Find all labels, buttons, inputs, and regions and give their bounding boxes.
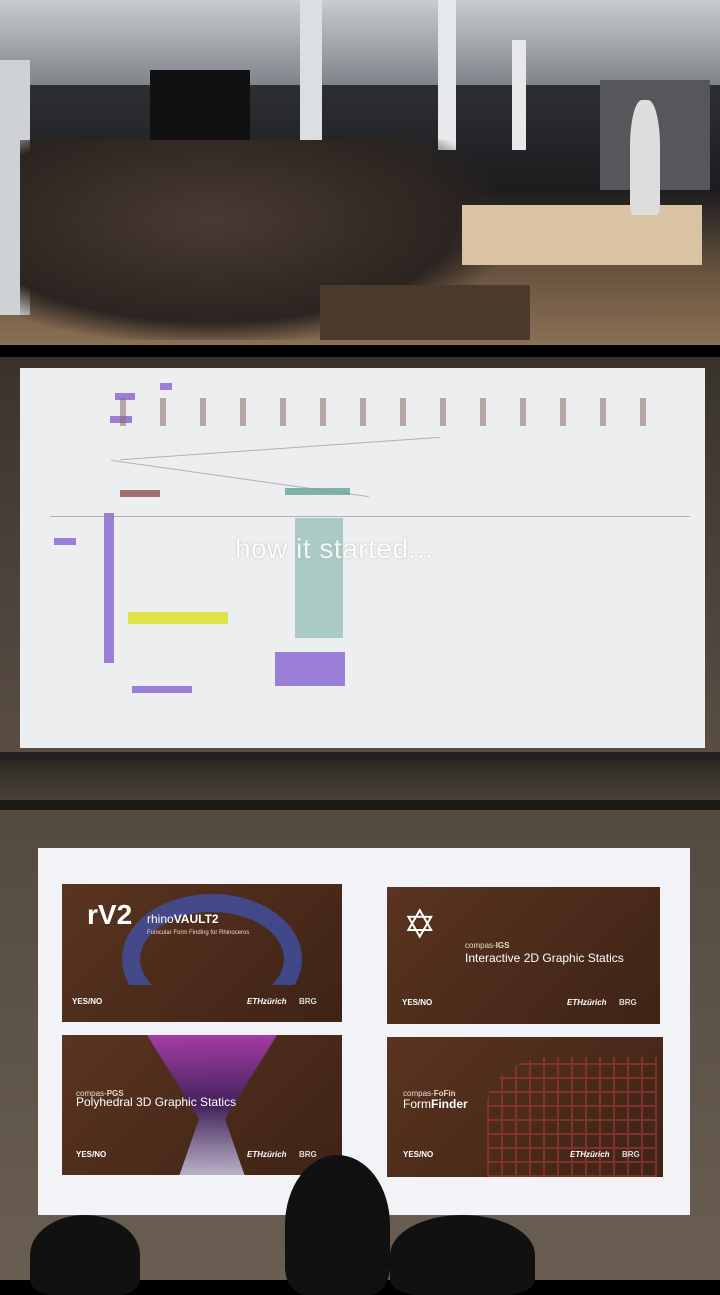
doorway	[150, 70, 250, 150]
audience-head	[390, 1215, 535, 1295]
brg-logo: BRG	[622, 1150, 640, 1159]
speaker	[630, 100, 660, 215]
yes-no-label: YES/NO	[402, 998, 433, 1007]
brg-logo: BRG	[299, 997, 317, 1006]
card-title-bold: Finder	[431, 1097, 468, 1111]
brg-logo: BRG	[299, 1150, 317, 1159]
slide-caption: how it started...	[235, 533, 434, 564]
card-rhinovault2: rV2 rhinoVAULT2 Funicular Form Finding f…	[62, 884, 342, 1022]
star-icon: ✡	[403, 903, 437, 947]
eth-logo: ETHzürich	[247, 1150, 287, 1159]
audience-head	[30, 1215, 140, 1295]
rug	[320, 285, 530, 340]
ceiling	[0, 0, 720, 85]
card-title: Polyhedral 3D Graphic Statics	[76, 1095, 237, 1109]
card-compas-pgs: compas-PGS Polyhedral 3D Graphic Statics…	[62, 1035, 342, 1175]
yes-no-label: YES/NO	[403, 1150, 434, 1159]
yes-no-label: YES/NO	[72, 997, 103, 1006]
card-subtitle: Funicular Form Finding for Rhinoceros	[147, 930, 250, 936]
card-title: VAULT2	[173, 912, 219, 926]
card-compas-fofin: compas-FoFin FormFinder YES/NO ETHzürich…	[387, 1037, 663, 1177]
card-compas-igs: ✡ compas-IGS Interactive 2D Graphic Stat…	[387, 887, 660, 1024]
yes-no-label: YES/NO	[76, 1150, 107, 1159]
logo-text: rV2	[87, 899, 133, 930]
eth-logo: ETHzürich	[247, 997, 287, 1006]
brg-logo: BRG	[619, 998, 637, 1007]
card-prefix: rhino	[147, 912, 174, 926]
card-title: Form	[403, 1097, 431, 1111]
card-code: IGS	[495, 941, 510, 950]
card-title: Interactive 2D Graphic Statics	[465, 951, 624, 965]
audience-photo	[0, 0, 720, 345]
column	[512, 40, 526, 150]
stage	[462, 205, 702, 265]
eth-logo: ETHzürich	[570, 1150, 610, 1159]
column	[438, 0, 456, 150]
audience-head	[285, 1155, 390, 1295]
eth-logo: ETHzürich	[567, 998, 607, 1007]
